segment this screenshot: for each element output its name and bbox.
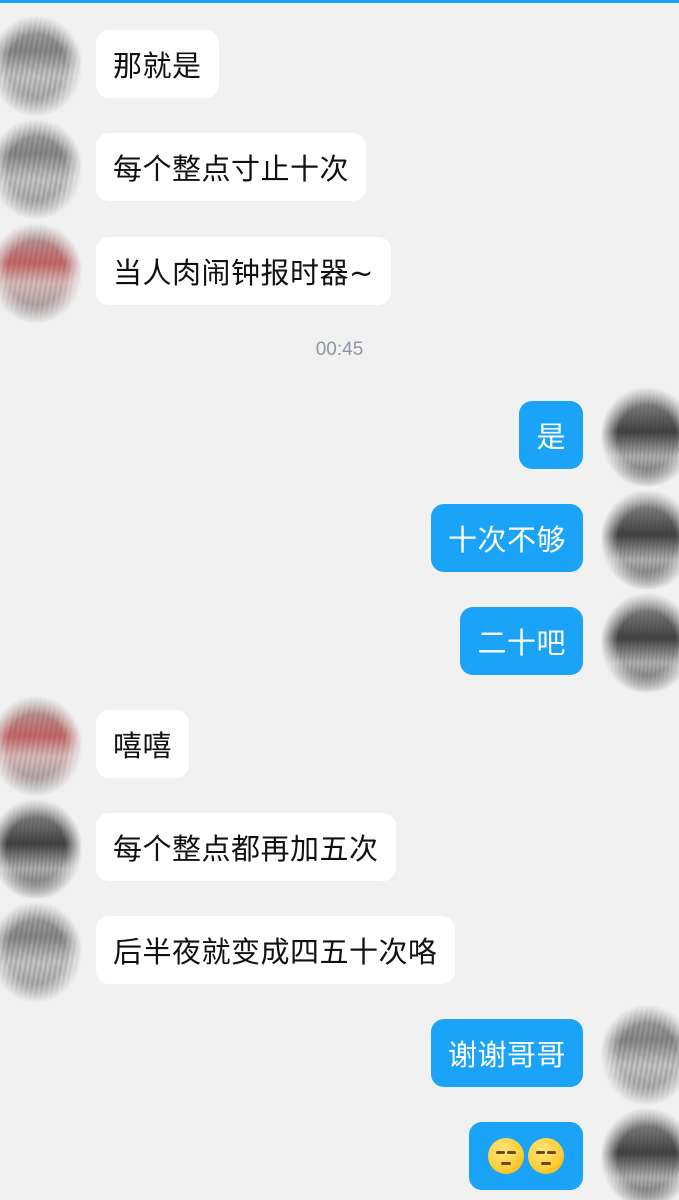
contact-avatar[interactable]: [0, 902, 82, 1002]
message-text: 每个整点都再加五次: [113, 832, 379, 866]
contact-avatar[interactable]: [0, 16, 82, 116]
my-avatar[interactable]: [601, 387, 679, 487]
contact-avatar[interactable]: [0, 223, 82, 323]
outgoing-message-bubble[interactable]: [469, 1122, 583, 1190]
my-avatar[interactable]: [601, 490, 679, 590]
message-text: 每个整点寸止十次: [113, 152, 350, 186]
message-row: 每个整点都再加五次: [0, 799, 679, 899]
incoming-message-bubble[interactable]: 后半夜就变成四五十次咯: [96, 916, 455, 984]
smirk-face-emoji-icon: [488, 1138, 524, 1174]
outgoing-message-bubble[interactable]: 是: [519, 401, 583, 469]
my-avatar[interactable]: [601, 1005, 679, 1105]
message-row: 当人肉闹钟报时器~: [0, 223, 679, 323]
message-text: 谢谢哥哥: [447, 1038, 566, 1072]
incoming-message-bubble[interactable]: 当人肉闹钟报时器~: [96, 237, 391, 305]
message-text: 后半夜就变成四五十次咯: [113, 935, 438, 969]
message-text: 十次不够: [447, 523, 566, 557]
incoming-message-bubble[interactable]: 每个整点寸止十次: [96, 133, 367, 201]
outgoing-message-bubble[interactable]: 十次不够: [430, 504, 583, 572]
incoming-message-bubble[interactable]: 那就是: [96, 30, 219, 98]
outgoing-message-bubble[interactable]: 谢谢哥哥: [430, 1019, 583, 1087]
message-row: 是: [0, 387, 679, 487]
message-text: 嘻嘻: [113, 729, 173, 763]
message-row: [0, 1108, 679, 1200]
incoming-message-bubble[interactable]: 每个整点都再加五次: [96, 813, 396, 881]
incoming-message-bubble[interactable]: 嘻嘻: [96, 710, 190, 778]
message-row: 那就是: [0, 16, 679, 116]
message-text: 二十吧: [477, 626, 566, 660]
message-row: 十次不够: [0, 490, 679, 590]
smirk-face-emoji-icon: [528, 1138, 564, 1174]
outgoing-message-bubble[interactable]: 二十吧: [460, 607, 583, 675]
message-row: 谢谢哥哥: [0, 1005, 679, 1105]
message-row: 二十吧: [0, 593, 679, 693]
message-text: 是: [536, 420, 566, 454]
message-row: 嘻嘻: [0, 696, 679, 796]
message-text: 那就是: [113, 49, 202, 83]
message-timestamp: 00:45: [315, 339, 364, 360]
contact-avatar[interactable]: [0, 799, 82, 899]
chat-screen: 那就是 每个整点寸止十次 当人肉闹钟报时器~ 00:45 是 十次不够 二十吧: [0, 0, 679, 1200]
message-row: 后半夜就变成四五十次咯: [0, 902, 679, 1002]
message-text: 当人肉闹钟报时器~: [113, 256, 374, 290]
my-avatar[interactable]: [601, 593, 679, 693]
contact-avatar[interactable]: [0, 696, 82, 796]
message-row: 每个整点寸止十次: [0, 119, 679, 219]
my-avatar[interactable]: [601, 1108, 679, 1200]
contact-avatar[interactable]: [0, 119, 82, 219]
